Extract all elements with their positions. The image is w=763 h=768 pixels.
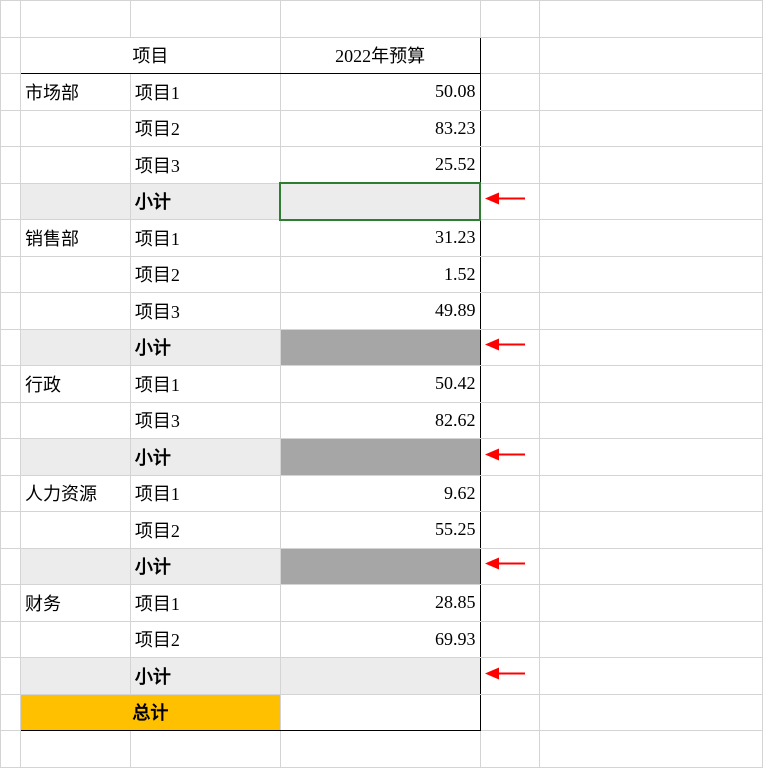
- value-cell[interactable]: 31.23: [280, 220, 480, 257]
- table-row[interactable]: 人力资源项目19.62: [1, 475, 763, 512]
- value-cell[interactable]: 1.52: [280, 256, 480, 293]
- value-cell[interactable]: 83.23: [280, 110, 480, 147]
- table-row[interactable]: 项目255.25: [1, 512, 763, 549]
- subtotal-label[interactable]: 小计: [130, 183, 280, 220]
- value-cell[interactable]: 25.52: [280, 147, 480, 184]
- proj-cell[interactable]: 项目1: [130, 366, 280, 403]
- table-row[interactable]: 项目21.52: [1, 256, 763, 293]
- subtotal-row[interactable]: 小计: [1, 439, 763, 476]
- dept-cell[interactable]: [20, 147, 130, 184]
- arrow-cell: [480, 548, 540, 585]
- value-cell[interactable]: 69.93: [280, 621, 480, 658]
- value-cell[interactable]: 49.89: [280, 293, 480, 330]
- dept-cell[interactable]: [20, 621, 130, 658]
- table-row[interactable]: 项目325.52: [1, 147, 763, 184]
- proj-cell[interactable]: 项目2: [130, 110, 280, 147]
- header-budget: 2022年预算: [280, 37, 480, 74]
- proj-cell[interactable]: 项目3: [130, 293, 280, 330]
- proj-cell[interactable]: 项目3: [130, 402, 280, 439]
- table-row[interactable]: 项目283.23: [1, 110, 763, 147]
- budget-table: 项目2022年预算市场部项目150.08项目283.23项目325.52小计销售…: [0, 0, 763, 768]
- arrow-left-icon: [485, 556, 525, 572]
- value-cell[interactable]: 28.85: [280, 585, 480, 622]
- value-cell[interactable]: 82.62: [280, 402, 480, 439]
- subtotal-value[interactable]: [280, 548, 480, 585]
- subtotal-label[interactable]: 小计: [130, 658, 280, 695]
- table-row[interactable]: 财务项目128.85: [1, 585, 763, 622]
- arrow-cell: [480, 183, 540, 220]
- subtotal-label[interactable]: 小计: [130, 439, 280, 476]
- proj-cell[interactable]: 项目3: [130, 147, 280, 184]
- dept-cell[interactable]: [20, 110, 130, 147]
- value-cell[interactable]: 50.08: [280, 74, 480, 111]
- arrow-cell: [480, 658, 540, 695]
- dept-cell[interactable]: 财务: [20, 585, 130, 622]
- arrow-cell: [480, 439, 540, 476]
- total-value[interactable]: [280, 694, 480, 731]
- value-cell[interactable]: 55.25: [280, 512, 480, 549]
- header-project: 项目: [20, 37, 280, 74]
- proj-cell[interactable]: 项目2: [130, 256, 280, 293]
- subtotal-row[interactable]: 小计: [1, 548, 763, 585]
- subtotal-pad[interactable]: [20, 658, 130, 695]
- total-row[interactable]: 总计: [1, 694, 763, 731]
- table-row[interactable]: 市场部项目150.08: [1, 74, 763, 111]
- table-row[interactable]: 行政项目150.42: [1, 366, 763, 403]
- spreadsheet-view[interactable]: 项目2022年预算市场部项目150.08项目283.23项目325.52小计销售…: [0, 0, 763, 753]
- dept-cell[interactable]: [20, 512, 130, 549]
- dept-cell[interactable]: 人力资源: [20, 475, 130, 512]
- subtotal-value[interactable]: [280, 329, 480, 366]
- subtotal-pad[interactable]: [20, 329, 130, 366]
- subtotal-label[interactable]: 小计: [130, 548, 280, 585]
- arrow-left-icon: [485, 191, 525, 207]
- value-cell[interactable]: 50.42: [280, 366, 480, 403]
- arrow-left-icon: [485, 665, 525, 681]
- proj-cell[interactable]: 项目1: [130, 585, 280, 622]
- subtotal-label[interactable]: 小计: [130, 329, 280, 366]
- value-cell[interactable]: 9.62: [280, 475, 480, 512]
- arrow-left-icon: [485, 337, 525, 353]
- subtotal-row[interactable]: 小计: [1, 658, 763, 695]
- proj-cell[interactable]: 项目1: [130, 220, 280, 257]
- table-row[interactable]: 销售部项目131.23: [1, 220, 763, 257]
- table-row[interactable]: 项目382.62: [1, 402, 763, 439]
- subtotal-pad[interactable]: [20, 439, 130, 476]
- subtotal-value[interactable]: [280, 658, 480, 695]
- proj-cell[interactable]: 项目2: [130, 621, 280, 658]
- arrow-left-icon: [485, 446, 525, 462]
- dept-cell[interactable]: 市场部: [20, 74, 130, 111]
- dept-cell[interactable]: 销售部: [20, 220, 130, 257]
- subtotal-row[interactable]: 小计: [1, 329, 763, 366]
- proj-cell[interactable]: 项目1: [130, 74, 280, 111]
- dept-cell[interactable]: [20, 293, 130, 330]
- dept-cell[interactable]: [20, 256, 130, 293]
- subtotal-pad[interactable]: [20, 183, 130, 220]
- dept-cell[interactable]: 行政: [20, 366, 130, 403]
- table-row[interactable]: 项目269.93: [1, 621, 763, 658]
- arrow-cell: [480, 329, 540, 366]
- subtotal-row[interactable]: 小计: [1, 183, 763, 220]
- subtotal-pad[interactable]: [20, 548, 130, 585]
- total-label[interactable]: 总计: [20, 694, 280, 731]
- dept-cell[interactable]: [20, 402, 130, 439]
- subtotal-value[interactable]: [280, 439, 480, 476]
- proj-cell[interactable]: 项目1: [130, 475, 280, 512]
- proj-cell[interactable]: 项目2: [130, 512, 280, 549]
- table-row[interactable]: 项目349.89: [1, 293, 763, 330]
- subtotal-value[interactable]: [280, 183, 480, 220]
